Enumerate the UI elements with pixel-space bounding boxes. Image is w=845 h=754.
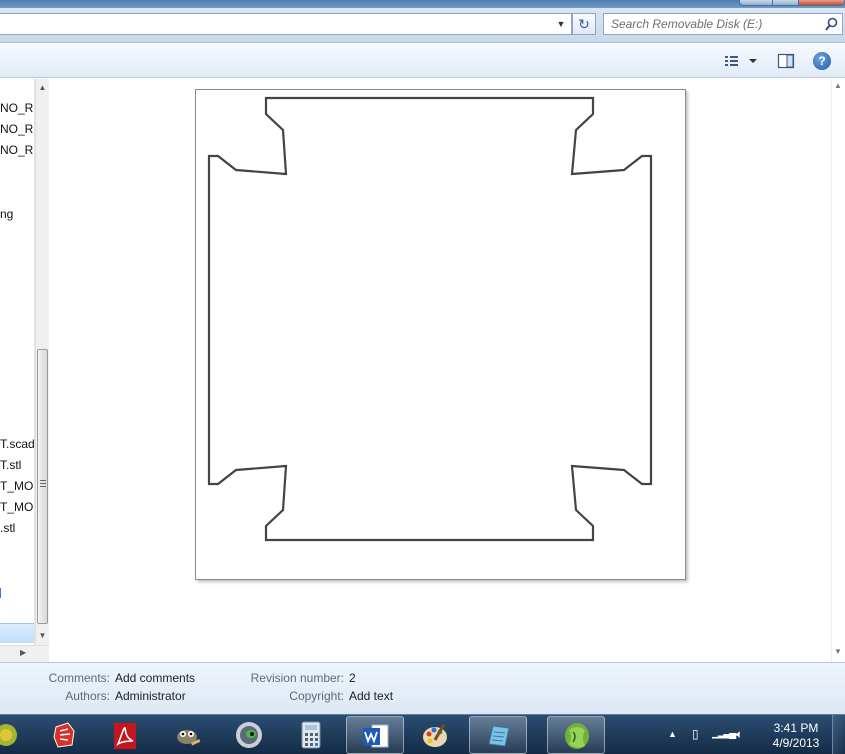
nav-item-selected[interactable] <box>0 623 34 643</box>
search-box[interactable] <box>603 13 843 35</box>
comments-field[interactable]: Add comments <box>115 671 195 685</box>
close-button[interactable] <box>799 0 844 5</box>
chevron-down-icon[interactable]: ▼ <box>554 16 568 32</box>
taskbar: ▲ ▯ ▁▂▃▄ 🔈︎ 3:41 PM 4/9/2013 <box>0 714 845 754</box>
grip-icon <box>40 480 46 487</box>
address-area: ▼ ↻ <box>0 8 845 43</box>
gimp-icon <box>177 730 201 746</box>
window-title-bar <box>0 0 845 8</box>
show-hidden-icons-icon[interactable]: ▲ <box>668 729 677 739</box>
scroll-down-arrow-icon[interactable]: ▼ <box>36 629 49 643</box>
taskbar-app-active[interactable] <box>547 716 605 754</box>
search-input[interactable] <box>604 14 814 34</box>
part-outline-drawing <box>207 96 653 542</box>
help-button[interactable]: ? <box>813 52 831 70</box>
clock-date: 4/9/2013 <box>772 736 820 750</box>
app-icon-partial <box>0 724 17 746</box>
scroll-right-arrow-icon[interactable]: ▶ <box>20 648 26 657</box>
clock-time: 3:41 PM <box>773 721 819 735</box>
nav-horizontal-scrollbar[interactable]: ▶ <box>0 645 49 662</box>
taskbar-app[interactable] <box>407 716 465 754</box>
notepad-icon <box>488 725 510 747</box>
word-icon <box>363 724 389 748</box>
address-bar[interactable]: ▼ <box>0 13 572 35</box>
scroll-up-arrow-icon[interactable]: ▲ <box>834 81 842 90</box>
help-icon: ? <box>818 54 826 68</box>
scroll-down-arrow-icon[interactable]: ▼ <box>834 647 842 656</box>
nav-scrollbar-thumb[interactable] <box>37 349 48 624</box>
copyright-label: Copyright: <box>289 689 344 703</box>
nav-item[interactable]: NO_RE <box>0 101 34 115</box>
preview-pane-icon <box>777 53 795 69</box>
nav-item[interactable]: T.stl <box>0 458 21 472</box>
nav-item-indicator <box>0 588 1 598</box>
acrobat-icon <box>114 723 136 749</box>
network-signal-icon[interactable]: ▁▂▃▄ <box>712 728 736 739</box>
navigation-pane: NO_RE NO_RE NO_RE ng T.scad T.stl T_MO T… <box>0 79 35 645</box>
volume-icon[interactable]: 🔈︎ <box>736 727 743 742</box>
show-desktop-button[interactable] <box>832 715 845 754</box>
taskbar-app[interactable] <box>35 716 93 754</box>
details-view-icon <box>725 56 757 66</box>
authors-field[interactable]: Administrator <box>115 689 186 703</box>
file-preview-image <box>195 89 686 580</box>
corel-icon <box>565 723 589 749</box>
taskbar-app[interactable] <box>282 716 340 754</box>
authors-label: Authors: <box>65 689 110 703</box>
preview-pane-button[interactable] <box>776 52 796 70</box>
media-player-icon <box>236 722 262 748</box>
nav-item[interactable]: ng <box>0 207 13 221</box>
taskbar-app[interactable] <box>220 716 278 754</box>
scroll-up-arrow-icon[interactable]: ▲ <box>36 81 49 95</box>
window-controls <box>739 0 845 6</box>
taskbar-app-active[interactable] <box>346 716 404 754</box>
taskbar-app[interactable] <box>0 716 28 754</box>
preview-scrollbar[interactable]: ▲ ▼ <box>831 79 845 662</box>
taskbar-app[interactable] <box>158 716 216 754</box>
nav-item[interactable]: NO_RE <box>0 122 34 136</box>
sketchup-icon <box>53 722 75 748</box>
revision-value: 2 <box>349 671 356 685</box>
refresh-button[interactable]: ↻ <box>572 13 596 35</box>
nav-scrollbar[interactable]: ▲ ▼ <box>35 79 49 645</box>
taskbar-app[interactable] <box>96 716 154 754</box>
details-pane: Comments: Add comments Authors: Administ… <box>0 662 845 714</box>
minimize-button[interactable] <box>772 0 773 6</box>
calculator-icon <box>301 721 321 749</box>
taskbar-app-active[interactable] <box>469 716 527 754</box>
nav-item[interactable]: T_MO <box>0 500 33 514</box>
system-tray: ▲ ▯ ▁▂▃▄ 🔈︎ <box>660 715 770 754</box>
refresh-icon: ↻ <box>578 16 590 32</box>
revision-label: Revision number: <box>250 671 344 685</box>
nav-item[interactable]: T_MO <box>0 479 33 493</box>
preview-pane <box>50 79 831 662</box>
change-view-button[interactable] <box>720 52 762 70</box>
nav-item[interactable]: .stl <box>0 521 15 535</box>
command-bar: ? <box>0 44 845 78</box>
comments-label: Comments: <box>48 671 110 685</box>
clock[interactable]: 3:41 PM 4/9/2013 <box>768 721 824 751</box>
paint-icon <box>423 723 447 747</box>
search-icon[interactable] <box>825 17 838 31</box>
nav-item[interactable]: T.scad <box>0 437 34 451</box>
usb-device-icon[interactable]: ▯ <box>692 727 699 741</box>
nav-item[interactable]: NO_RE <box>0 143 34 157</box>
copyright-field[interactable]: Add text <box>349 689 393 703</box>
